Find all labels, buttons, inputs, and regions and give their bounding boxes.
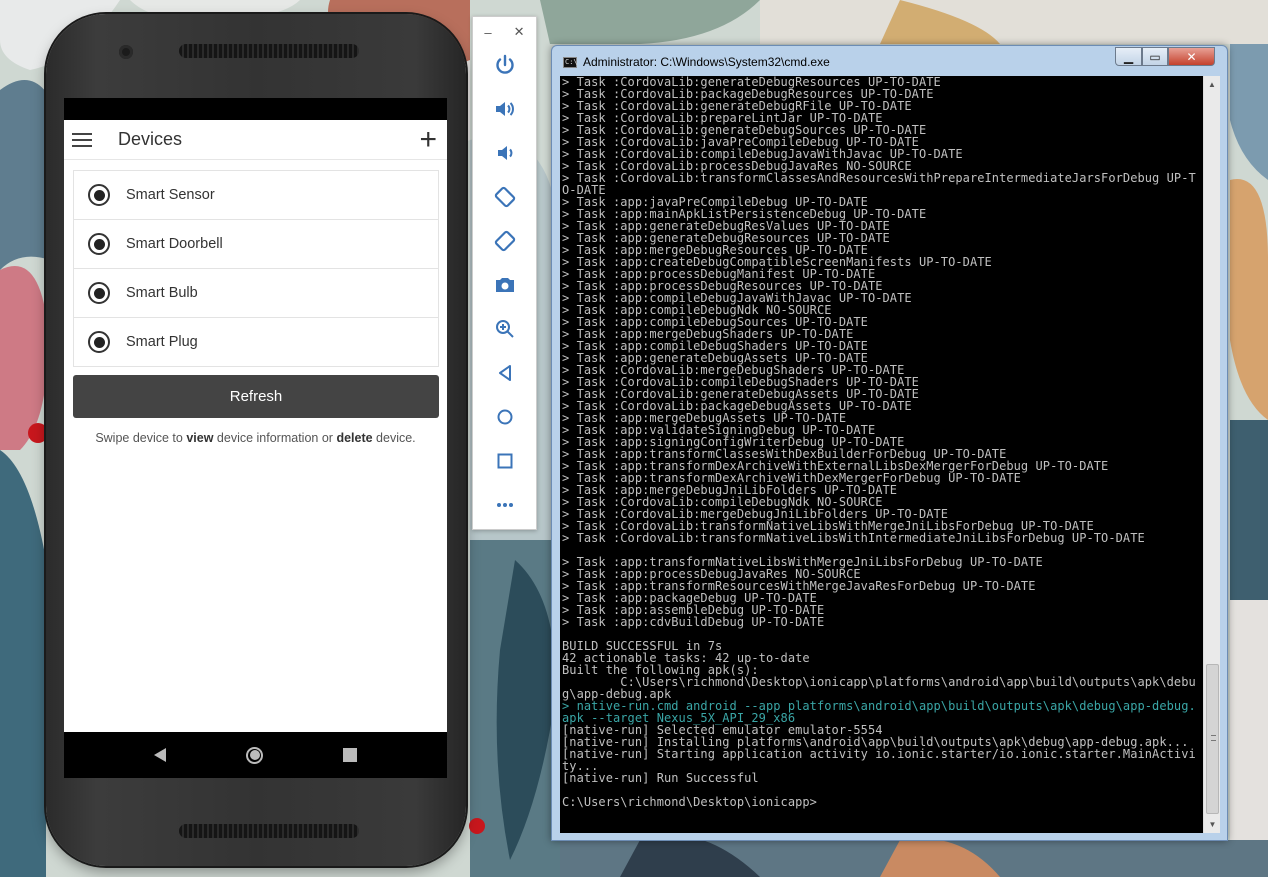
console-text: > Task :CordovaLib:generateDebugResource…	[562, 76, 1202, 808]
hint-text: device.	[372, 431, 416, 445]
device-item-smart-doorbell[interactable]: Smart Doorbell	[73, 220, 439, 269]
device-list: Smart Sensor Smart Doorbell Smart Bulb S…	[73, 170, 439, 367]
android-emulator-device: Devices + Smart Sensor Smart Doorbell Sm…	[46, 14, 466, 866]
minimize-button[interactable]: ▁	[1115, 47, 1142, 66]
nav-home-icon[interactable]	[246, 746, 263, 764]
cmd-window: C:\ Administrator: C:\Windows\System32\c…	[551, 45, 1228, 841]
minimize-icon: ▁	[1123, 49, 1134, 64]
device-item-smart-sensor[interactable]: Smart Sensor	[73, 171, 439, 220]
close-icon[interactable]: ✕	[514, 24, 525, 40]
window-title: Administrator: C:\Windows\System32\cmd.e…	[583, 55, 830, 69]
camera-icon[interactable]	[490, 270, 520, 300]
close-icon: ✕	[1186, 49, 1197, 64]
device-label: Smart Sensor	[126, 187, 215, 203]
console-line: > Task :CordovaLib:transformNativeLibsWi…	[562, 531, 1145, 545]
volume-down-icon[interactable]	[490, 138, 520, 168]
radio-button-icon	[88, 282, 110, 304]
rotate-left-icon[interactable]	[490, 182, 520, 212]
hint-emphasis: view	[186, 431, 214, 445]
vertical-scrollbar[interactable]: ▲ ▼	[1203, 76, 1220, 833]
device-label: Smart Doorbell	[126, 236, 223, 252]
rotate-right-icon[interactable]	[490, 226, 520, 256]
menu-icon[interactable]	[72, 132, 92, 147]
scrollbar-thumb[interactable]	[1206, 664, 1219, 814]
hint-emphasis: delete	[336, 431, 373, 445]
minimize-icon[interactable]: –	[484, 25, 491, 40]
app-header: Devices +	[64, 120, 447, 160]
console-line: > Task :app:cdvBuildDebug UP-TO-DATE	[562, 615, 825, 629]
swipe-hint-text: Swipe device to view device information …	[64, 431, 447, 445]
console-line: [native-run] Run Successful	[562, 771, 759, 785]
add-icon[interactable]: +	[419, 124, 437, 155]
back-icon[interactable]	[490, 358, 520, 388]
close-button[interactable]: ✕	[1168, 47, 1215, 66]
maximize-button[interactable]: ▭	[1142, 47, 1168, 66]
maximize-icon: ▭	[1149, 49, 1161, 64]
radio-button-icon	[88, 331, 110, 353]
home-icon[interactable]	[490, 402, 520, 432]
console-line: C:\Users\richmond\Desktop\ionicapp\platf…	[562, 675, 1196, 701]
console-line: > native-run.cmd android --app platforms…	[562, 699, 1196, 725]
zoom-icon[interactable]	[490, 314, 520, 344]
radio-button-icon	[88, 184, 110, 206]
device-item-smart-bulb[interactable]: Smart Bulb	[73, 269, 439, 318]
scroll-up-icon[interactable]: ▲	[1204, 76, 1220, 93]
nav-back-icon[interactable]	[154, 748, 166, 762]
power-icon[interactable]	[490, 50, 520, 80]
page-title: Devices	[118, 129, 183, 149]
device-screen: Devices + Smart Sensor Smart Doorbell Sm…	[64, 98, 447, 778]
volume-up-icon[interactable]	[490, 94, 520, 124]
more-icon[interactable]	[490, 490, 520, 520]
device-label: Smart Bulb	[126, 285, 198, 301]
console-line: C:\Users\richmond\Desktop\ionicapp>	[562, 795, 817, 809]
refresh-button[interactable]: Refresh	[73, 375, 439, 418]
android-nav-bar	[64, 732, 447, 778]
overview-icon[interactable]	[490, 446, 520, 476]
cmd-app-icon[interactable]: C:\	[563, 57, 578, 68]
device-label: Smart Plug	[126, 334, 198, 350]
nav-recents-icon[interactable]	[343, 748, 357, 762]
cmd-titlebar[interactable]: C:\ Administrator: C:\Windows\System32\c…	[552, 46, 1227, 76]
console-output[interactable]: > Task :CordovaLib:generateDebugResource…	[560, 76, 1220, 833]
status-bar	[64, 98, 447, 120]
console-line: > Task :CordovaLib:transformClassesAndRe…	[562, 171, 1196, 197]
scroll-down-icon[interactable]: ▼	[1204, 816, 1220, 833]
bottom-speaker	[179, 824, 359, 838]
hint-text: Swipe device to	[95, 431, 187, 445]
radio-button-icon	[88, 233, 110, 255]
emulator-toolbar: – ✕	[472, 16, 537, 530]
hint-text: device information or	[213, 431, 337, 445]
earpiece-speaker	[179, 44, 359, 58]
console-line: [native-run] Starting application activi…	[562, 747, 1196, 773]
device-item-smart-plug[interactable]: Smart Plug	[73, 318, 439, 367]
front-camera	[119, 45, 133, 59]
